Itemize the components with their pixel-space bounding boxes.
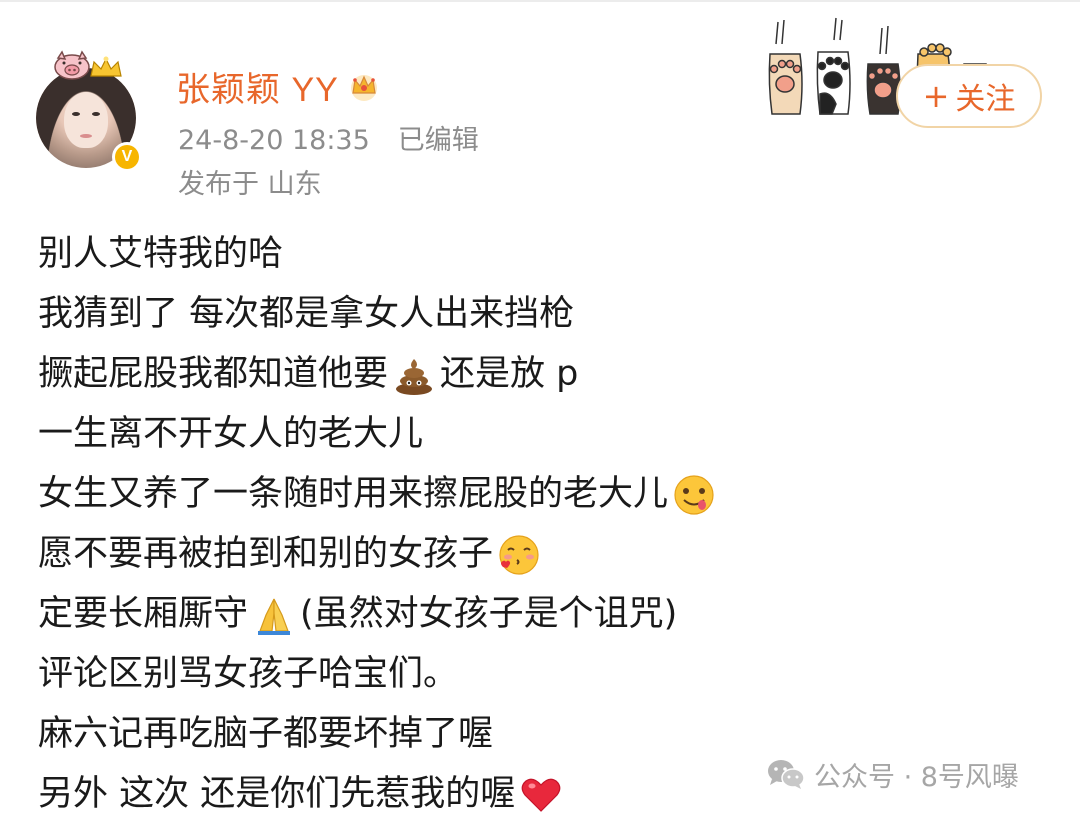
- post-line-text: 一生离不开女人的老大儿: [38, 414, 424, 454]
- edited-label[interactable]: 已编辑: [398, 125, 479, 156]
- post-line-text: (虽然对女孩子是个诅咒): [300, 594, 678, 634]
- author-avatar[interactable]: V: [36, 50, 144, 172]
- watermark-text: 公众号 · 8号风曝: [814, 761, 1019, 793]
- post-line-text: 另外 这次 还是你们先惹我的喔: [38, 774, 516, 814]
- post-line: 女生又养了一条随时用来擦屁股的老大儿: [38, 464, 1038, 524]
- post-line-text: 麻六记再吃脑子都要坏掉了喔: [38, 714, 494, 754]
- post-line: 我猜到了 每次都是拿女人出来挡枪: [38, 284, 1038, 344]
- post-line: 定要长厢厮守 (虽然对女孩子是个诅咒): [38, 584, 1038, 644]
- post-location: 发布于 山东: [178, 169, 322, 200]
- crown-decoration-icon: [90, 56, 122, 77]
- plus-icon: +: [922, 77, 950, 115]
- post-line-text: 定要长厢厮守: [38, 594, 249, 634]
- follow-label: 关注: [955, 82, 1016, 117]
- red-heart-emoji-icon: [521, 778, 561, 812]
- post-line-text: 还是放 p: [440, 354, 579, 394]
- author-name[interactable]: 张颖颖 YY: [176, 62, 339, 111]
- pig-decoration-icon: [54, 50, 90, 80]
- post-body: 别人艾特我的哈 我猜到了 每次都是拿女人出来挡枪 撅起屁股我都知道他要 还是放 …: [38, 224, 1038, 817]
- post-line: 愿不要再被拍到和别的女孩子: [38, 524, 1038, 584]
- folded-hands-emoji-icon: [258, 598, 291, 635]
- post-line-text: 女生又养了一条随时用来擦屁股的老大儿: [38, 474, 669, 514]
- post-line-text: 别人艾特我的哈: [38, 234, 284, 274]
- post-line-text: 撅起屁股我都知道他要: [38, 354, 389, 394]
- post-line: 撅起屁股我都知道他要 还是放 p: [38, 344, 1038, 404]
- verified-badge: V: [112, 142, 142, 172]
- post-line: 别人艾特我的哈: [38, 224, 1038, 284]
- poop-emoji-icon: [396, 359, 433, 395]
- watermark: 公众号 · 8号风曝: [766, 752, 1019, 796]
- crown-icon: [350, 75, 377, 101]
- post-line-text: 愿不要再被拍到和别的女孩子: [38, 534, 494, 574]
- blowing-kiss-emoji-icon: [499, 535, 539, 575]
- author-name-row: 张颖颖 YY: [176, 62, 381, 110]
- top-divider: [0, 0, 1080, 2]
- wechat-icon: [768, 760, 805, 789]
- post-line: 评论区别骂女孩子哈宝们。: [38, 644, 1038, 704]
- follow-button[interactable]: + 关注: [896, 64, 1042, 128]
- post-timestamp: 24-8-20 18:35: [178, 125, 370, 156]
- post-line: 一生离不开女人的老大儿: [38, 404, 1038, 464]
- post-meta: 24-8-20 18:35 已编辑: [178, 118, 479, 157]
- post-line-text: 评论区别骂女孩子哈宝们。: [38, 654, 459, 694]
- yum-face-emoji-icon: [674, 475, 714, 515]
- post-line-text: 我猜到了 每次都是拿女人出来挡枪: [38, 294, 575, 334]
